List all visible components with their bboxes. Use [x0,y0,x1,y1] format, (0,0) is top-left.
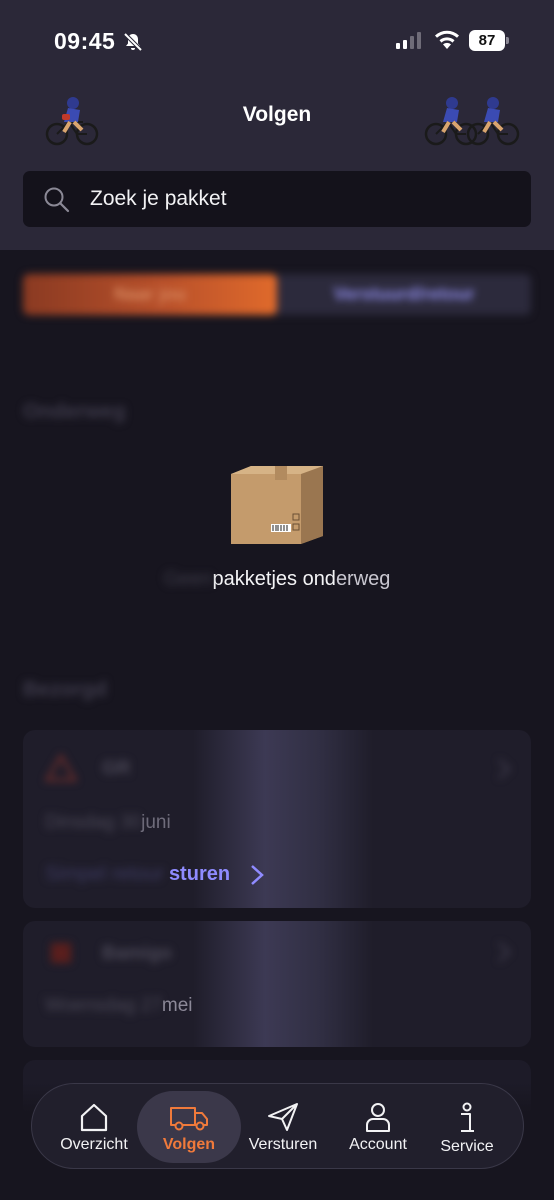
section-title-onderweg: Onderweg [23,400,126,423]
nav-label: Versturen [248,1136,318,1153]
bottom-navigation: Overzicht Volgen Versturen Account Servi… [31,1083,524,1169]
card-date: Dinsdag 30 juni [45,812,171,833]
card-date: Woensdag 27 mei [45,995,193,1016]
search-icon [44,187,70,213]
clock: 09:45 [54,28,116,54]
tab-naar-jou[interactable]: Naar jou [23,284,277,305]
tandem-cyclists-icon[interactable] [423,94,521,146]
chevron-right-icon [498,942,511,962]
signal-icon [396,32,421,49]
paper-plane-icon [268,1103,298,1131]
nav-label: Service [440,1138,494,1155]
empty-text-prefix: Geen [163,568,213,590]
return-link-label: sturen [168,863,231,885]
empty-state-text: Geen pakketjes onderweg [0,568,554,591]
chevron-right-icon [498,759,511,779]
empty-text-main: pakketjes ond [212,568,336,590]
package-box-icon [231,466,323,544]
section-title-bezorgd: Bezorgd [23,678,107,701]
search-field[interactable]: Zoek je pakket [23,171,531,227]
screen: 09:45 87 Volgen Zoek je pakket Naar jou … [0,0,554,1200]
chevron-right-icon [251,864,264,885]
nav-item-versturen[interactable]: Versturen [240,1084,326,1170]
status-bar: 09:45 87 [0,0,554,80]
nav-label: Volgen [162,1136,216,1153]
card-shop-name: Bamigo [102,943,172,964]
nav-label: Overzicht [60,1136,128,1153]
nav-label: Account [349,1136,407,1153]
bell-muted-icon [123,32,143,51]
user-icon [366,1103,390,1132]
nav-item-account[interactable]: Account [336,1084,420,1170]
bamigo-logo-icon [51,943,71,963]
battery-indicator: 87 [469,30,509,51]
delivered-card[interactable]: Bamigo Woensdag 27 mei [23,921,531,1047]
delivered-card[interactable]: GR Dinsdag 30 juni Simpel retour sturen [23,730,531,908]
nav-item-service[interactable]: Service [425,1084,509,1170]
tab-verstuurd-retour[interactable]: Verstuurd/retour [277,284,531,305]
info-icon [461,1102,474,1132]
gr-logo-icon [45,754,77,782]
card-highlight [193,921,373,1047]
search-placeholder: Zoek je pakket [90,187,227,210]
delivery-van-icon [170,1107,208,1131]
return-link[interactable]: Simpel retour sturen [45,863,264,886]
home-icon [80,1103,108,1132]
header: 09:45 87 Volgen Zoek je pakket [0,0,554,250]
segmented-control: Naar jou Verstuurd/retour [23,274,531,315]
nav-item-volgen[interactable]: Volgen [137,1084,241,1170]
nav-item-overzicht[interactable]: Overzicht [52,1084,136,1170]
return-link-prefix: Simpel retour [45,863,164,885]
empty-text-suffix: erweg [335,568,391,590]
status-time: 09:45 [54,28,143,55]
wifi-icon [435,30,459,49]
card-shop-name: GR [102,758,131,779]
